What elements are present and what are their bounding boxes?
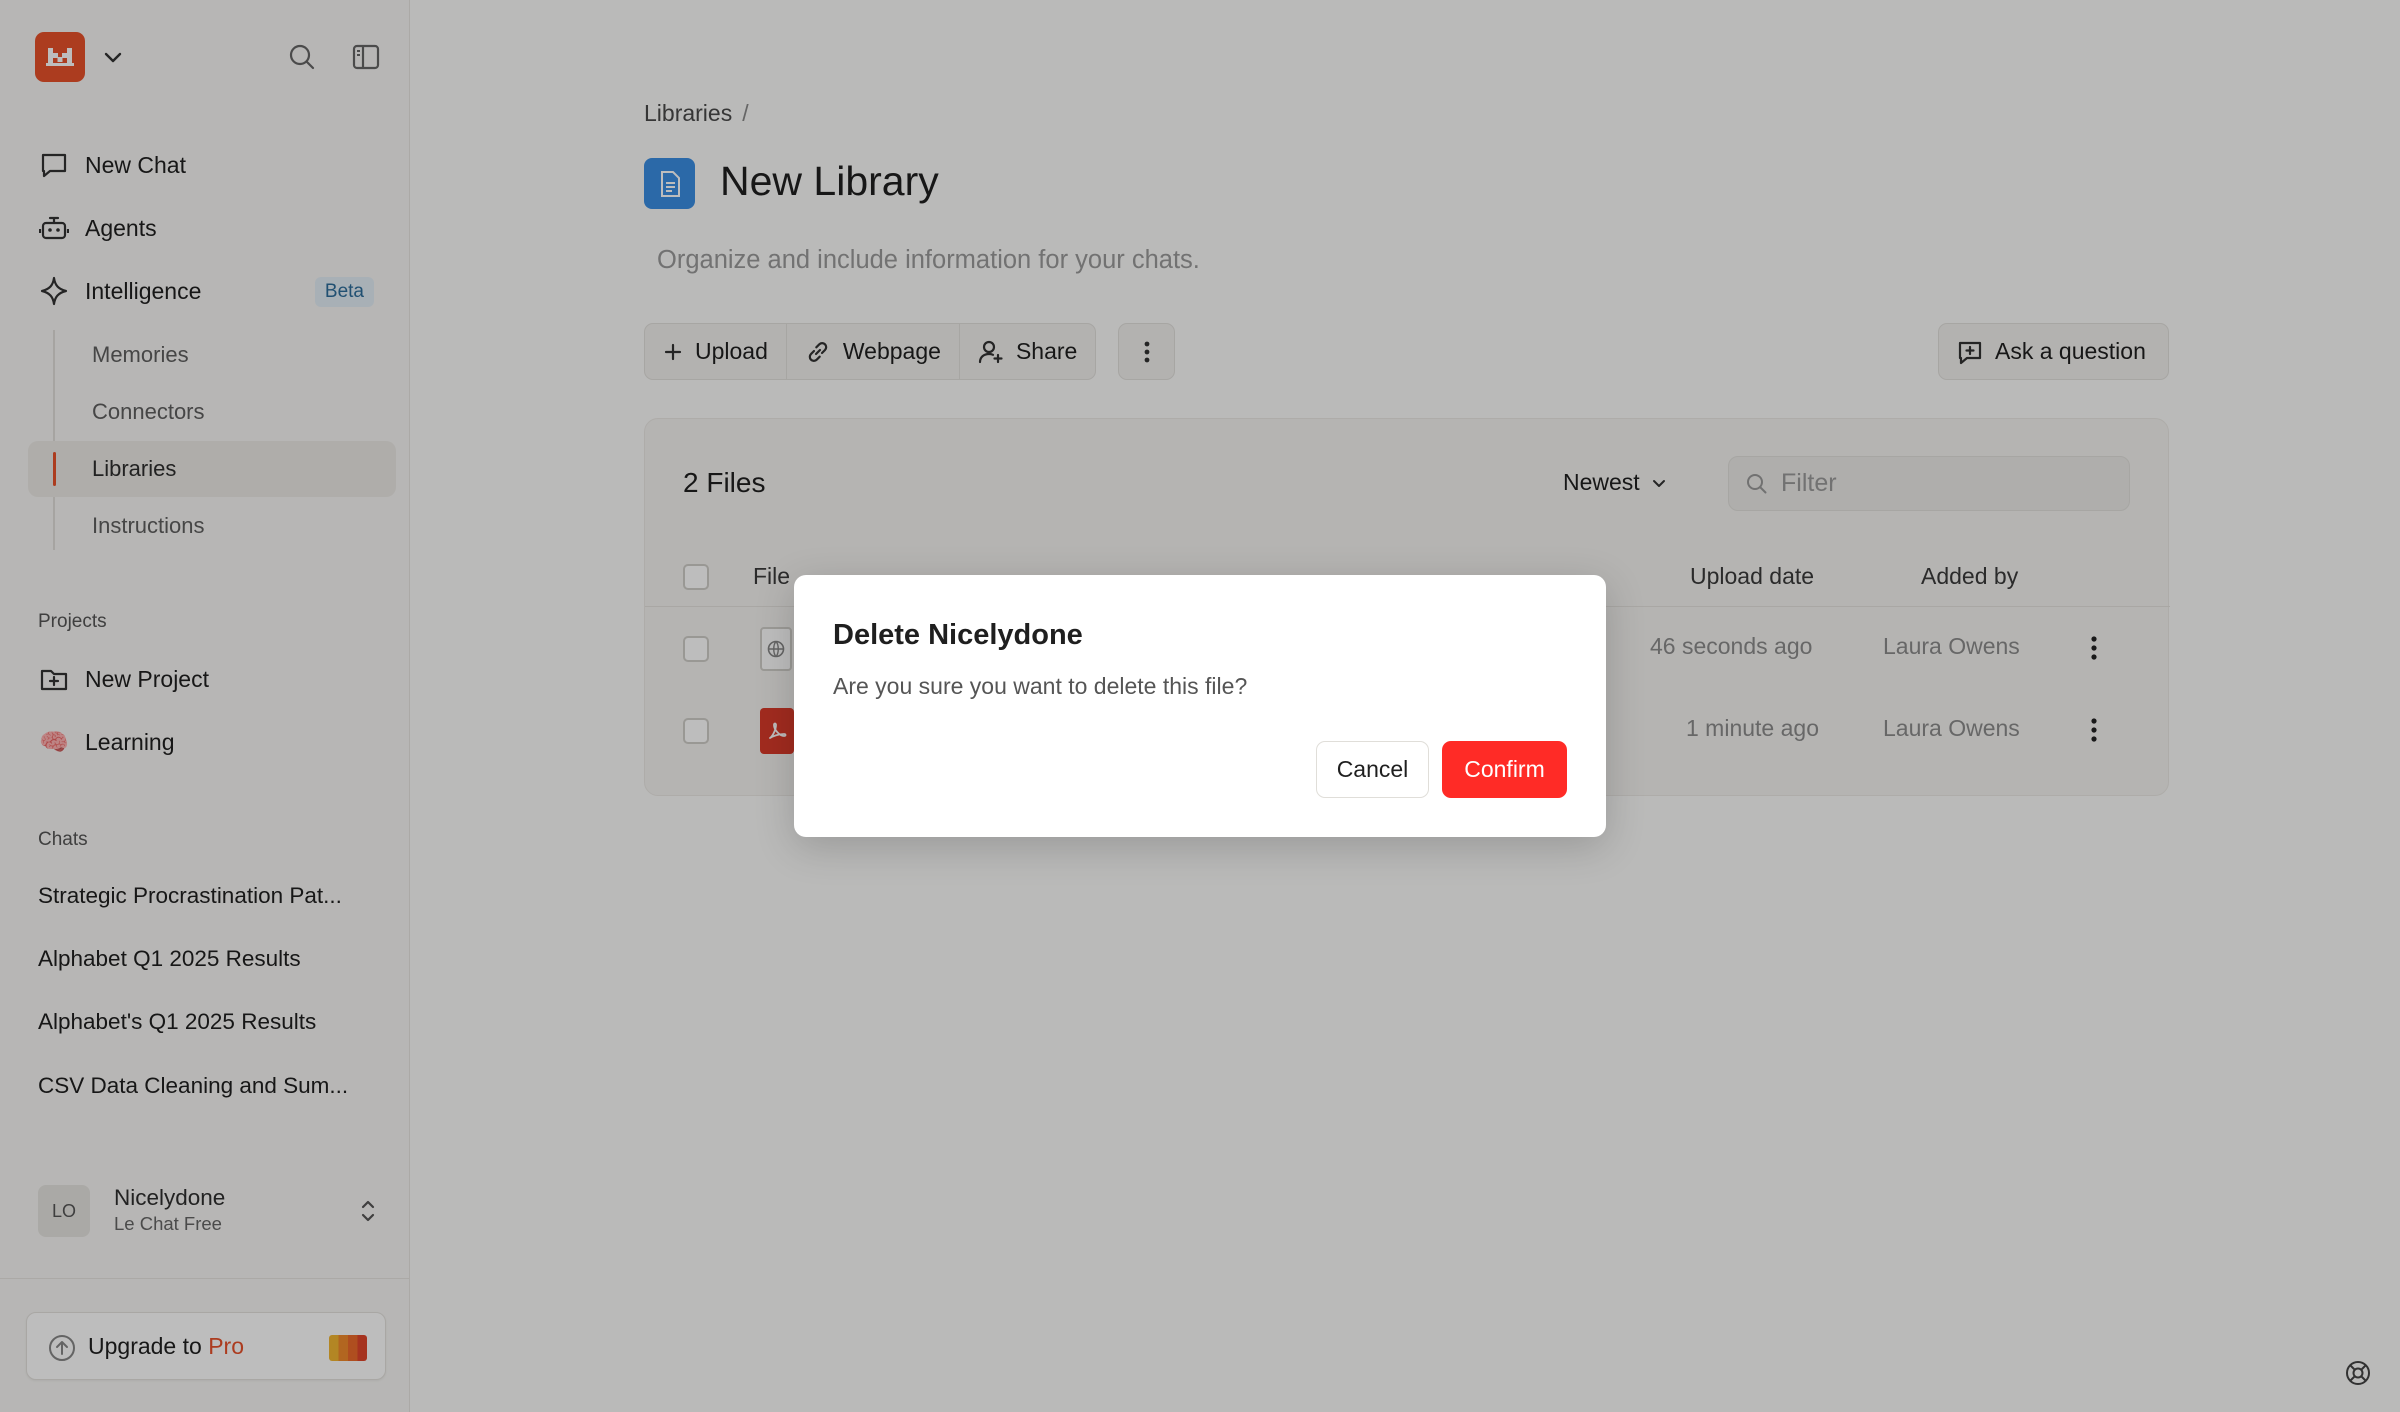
delete-file-dialog: Delete Nicelydone Are you sure you want …	[794, 575, 1606, 837]
cancel-button[interactable]: Cancel	[1316, 741, 1429, 798]
dialog-message: Are you sure you want to delete this fil…	[833, 673, 1248, 699]
dialog-title: Delete Nicelydone	[833, 619, 1083, 651]
confirm-button[interactable]: Confirm	[1442, 741, 1567, 798]
